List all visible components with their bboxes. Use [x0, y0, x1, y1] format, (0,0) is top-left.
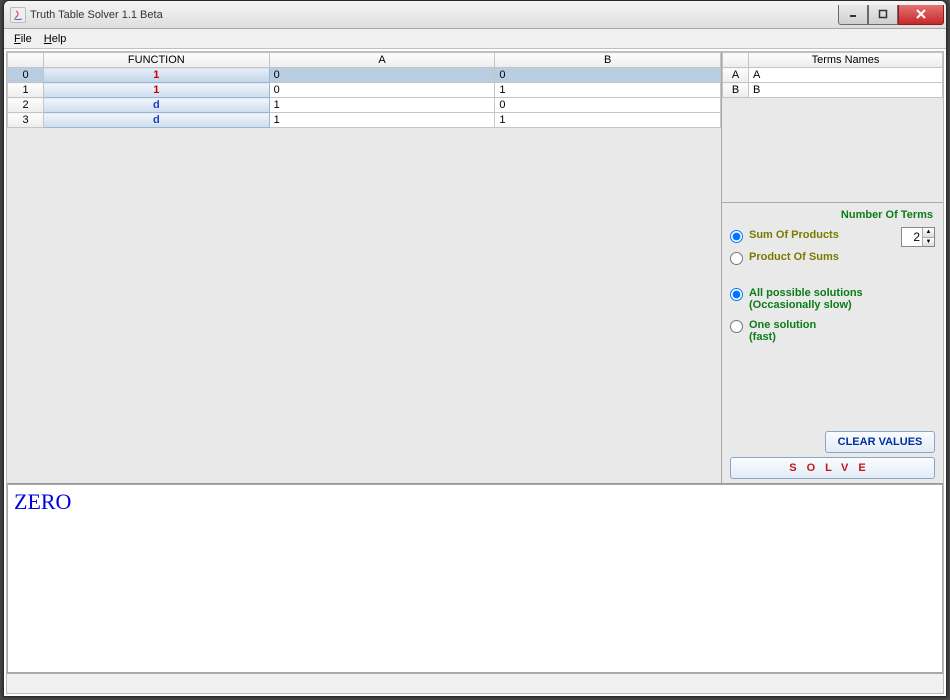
cell-a[interactable]: 1	[269, 113, 495, 128]
output-panel[interactable]: ZERO	[7, 484, 943, 673]
row-index[interactable]: 1	[8, 83, 44, 98]
right-panel: Terms Names AABB Number Of Terms	[721, 52, 943, 483]
titlebar[interactable]: Truth Table Solver 1.1 Beta	[4, 1, 946, 29]
solve-button[interactable]: SOLVE	[730, 457, 935, 479]
terms-table[interactable]: Terms Names AABB	[722, 52, 943, 98]
table-corner	[8, 53, 44, 68]
cell-b[interactable]: 0	[495, 98, 721, 113]
client-area: FUNCTION A B 010011012d103d11	[6, 51, 944, 694]
window-controls	[838, 5, 944, 25]
radio-sop[interactable]	[730, 230, 743, 243]
row-index[interactable]: 2	[8, 98, 44, 113]
truth-table-pane: FUNCTION A B 010011012d103d11	[7, 52, 721, 483]
row-index[interactable]: 0	[8, 68, 44, 83]
options-panel: Number Of Terms ▲ ▼	[722, 202, 943, 483]
cell-function[interactable]: 1	[44, 68, 270, 83]
radio-pos[interactable]	[730, 252, 743, 265]
cell-function[interactable]: 1	[44, 83, 270, 98]
cell-a[interactable]: 0	[269, 68, 495, 83]
terms-row[interactable]: BB	[723, 83, 943, 98]
upper-panel: FUNCTION A B 010011012d103d11	[7, 52, 943, 484]
terms-row[interactable]: AA	[723, 68, 943, 83]
num-terms-label: Number Of Terms	[841, 209, 933, 221]
col-function[interactable]: FUNCTION	[44, 53, 270, 68]
cell-a[interactable]: 0	[269, 83, 495, 98]
menubar: File Help	[4, 29, 946, 49]
minimize-button[interactable]	[838, 5, 868, 25]
app-window: Truth Table Solver 1.1 Beta File Help	[3, 0, 947, 697]
table-row[interactable]: 2d10	[8, 98, 721, 113]
radio-one-solution[interactable]	[730, 320, 743, 333]
maximize-button[interactable]	[868, 5, 898, 25]
cell-b[interactable]: 1	[495, 83, 721, 98]
status-bar	[7, 673, 943, 693]
table-row[interactable]: 1101	[8, 83, 721, 98]
label-all-solutions: All possible solutions (Occasionally slo…	[749, 287, 863, 311]
close-button[interactable]	[898, 5, 944, 25]
cell-b[interactable]: 0	[495, 68, 721, 83]
terms-corner	[723, 53, 749, 68]
table-row[interactable]: 3d11	[8, 113, 721, 128]
cell-function[interactable]: d	[44, 113, 270, 128]
cell-function[interactable]: d	[44, 98, 270, 113]
radio-all-solutions[interactable]	[730, 288, 743, 301]
terms-header[interactable]: Terms Names	[749, 53, 943, 68]
col-b[interactable]: B	[495, 53, 721, 68]
col-a[interactable]: A	[269, 53, 495, 68]
term-key[interactable]: A	[723, 68, 749, 83]
term-value[interactable]: B	[749, 83, 943, 98]
java-icon	[10, 7, 26, 23]
label-pos: Product Of Sums	[749, 251, 839, 263]
label-one-solution: One solution (fast)	[749, 319, 816, 343]
cell-b[interactable]: 1	[495, 113, 721, 128]
term-value[interactable]: A	[749, 68, 943, 83]
menu-file[interactable]: File	[8, 31, 38, 47]
window-title: Truth Table Solver 1.1 Beta	[30, 9, 838, 21]
menu-help[interactable]: Help	[38, 31, 73, 47]
truth-table[interactable]: FUNCTION A B 010011012d103d11	[7, 52, 721, 128]
row-index[interactable]: 3	[8, 113, 44, 128]
clear-values-button[interactable]: CLEAR VALUES	[825, 431, 935, 453]
term-key[interactable]: B	[723, 83, 749, 98]
cell-a[interactable]: 1	[269, 98, 495, 113]
table-row[interactable]: 0100	[8, 68, 721, 83]
label-sop: Sum Of Products	[749, 229, 839, 241]
